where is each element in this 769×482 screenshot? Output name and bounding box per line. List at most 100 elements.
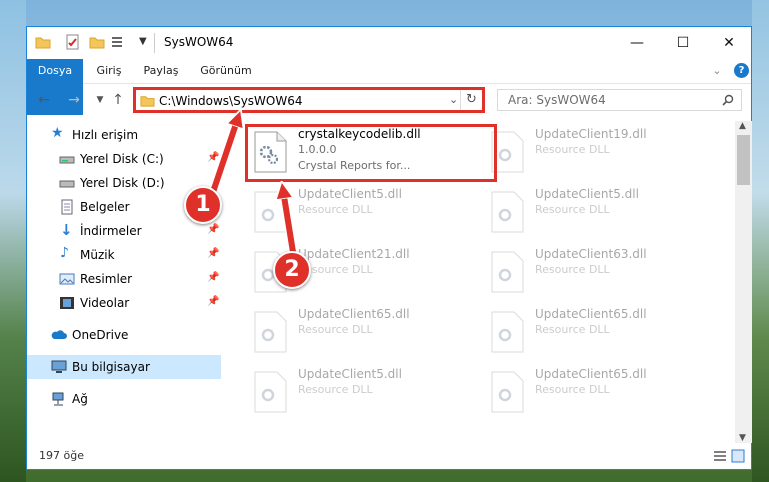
pictures-icon <box>59 273 75 285</box>
sidebar-item-videos[interactable]: Videolar 📌 <box>27 291 221 315</box>
sidebar-item-label: Müzik <box>80 248 115 262</box>
recent-locations-icon[interactable]: ▼ <box>91 90 109 110</box>
step-callout-2: 2 <box>273 251 311 289</box>
computer-icon <box>51 360 67 373</box>
file-highlight-box <box>245 124 497 182</box>
search-placeholder: Ara: SysWOW64 <box>508 93 606 107</box>
folder-icon <box>35 37 51 49</box>
pin-icon[interactable]: 📌 <box>207 224 219 235</box>
quick-access-dropdown-icon[interactable]: ▼ <box>139 36 155 52</box>
refresh-icon[interactable]: ↻ <box>466 92 477 107</box>
minimize-button[interactable]: — <box>614 27 660 59</box>
sidebar-item-label: Hızlı erişim <box>72 128 139 142</box>
new-folder-icon[interactable] <box>89 34 105 50</box>
network-icon <box>52 392 64 406</box>
sidebar-item-label: Yerel Disk (C:) <box>80 152 164 166</box>
dll-file-icon <box>254 371 287 413</box>
back-arrow-icon[interactable]: ← <box>35 90 53 110</box>
file-item[interactable]: UpdateClient65.dll Resource DLL <box>482 363 714 419</box>
pin-icon[interactable]: 📌 <box>207 248 219 259</box>
scroll-up-icon[interactable]: ▲ <box>739 121 746 131</box>
customize-toolbar-icon[interactable] <box>111 34 127 50</box>
step-callout-1: 1 <box>184 186 222 224</box>
dll-file-icon <box>254 191 287 233</box>
drive-icon <box>59 156 75 164</box>
pin-icon[interactable]: 📌 <box>207 152 219 163</box>
file-name: UpdateClient5.dll <box>298 187 402 201</box>
sidebar-item-label: Yerel Disk (D:) <box>80 176 165 190</box>
pin-icon[interactable]: 📌 <box>207 272 219 283</box>
navigation-pane: ★ Hızlı erişim Yerel Disk (C:) 📌 Yerel D… <box>27 123 221 423</box>
file-type: Resource DLL <box>535 323 610 336</box>
file-type: Resource DLL <box>535 203 610 216</box>
tab-view[interactable]: Görünüm <box>195 59 257 83</box>
file-name: UpdateClient65.dll <box>298 307 410 321</box>
help-icon[interactable]: ? <box>734 63 749 78</box>
sidebar-item-quick-access[interactable]: ★ Hızlı erişim <box>27 123 221 147</box>
dll-file-icon <box>491 371 524 413</box>
sidebar-item-pictures[interactable]: Resimler 📌 <box>27 267 221 291</box>
address-dropdown-icon[interactable]: ⌄ <box>449 93 458 106</box>
desktop-background-right <box>752 0 769 482</box>
tab-home[interactable]: Giriş <box>87 59 131 83</box>
star-icon: ★ <box>51 125 64 141</box>
cloud-icon <box>51 330 67 339</box>
file-name: UpdateClient65.dll <box>535 367 647 381</box>
sidebar-item-network[interactable]: Ağ <box>27 387 221 411</box>
search-input[interactable]: Ara: SysWOW64 <box>497 89 742 111</box>
title-bar: ▼ SysWOW64 — ☐ ✕ <box>27 27 751 59</box>
forward-arrow-icon[interactable]: → <box>65 90 83 110</box>
details-view-icon[interactable] <box>713 449 727 463</box>
address-bar[interactable]: C:\Windows\SysWOW64 ⌄ ↻ <box>133 87 485 113</box>
address-row: ← → ▼ ↑ C:\Windows\SysWOW64 ⌄ ↻ Ara: Sys… <box>27 84 751 116</box>
dll-file-icon <box>491 311 524 353</box>
up-arrow-icon[interactable]: ↑ <box>109 90 127 110</box>
file-name: UpdateClient63.dll <box>535 247 647 261</box>
sidebar-item-label: OneDrive <box>72 328 129 342</box>
tab-share[interactable]: Paylaş <box>135 59 187 83</box>
file-item[interactable]: UpdateClient5.dll Resource DLL <box>482 183 714 239</box>
dll-file-icon <box>254 311 287 353</box>
pin-icon[interactable]: 📌 <box>207 296 219 307</box>
sidebar-item-onedrive[interactable]: OneDrive <box>27 323 221 347</box>
dll-file-icon <box>491 191 524 233</box>
drive-icon <box>59 180 75 188</box>
file-type: Resource DLL <box>298 383 373 396</box>
file-item[interactable]: UpdateClient65.dll Resource DLL <box>245 303 477 359</box>
file-name: UpdateClient5.dll <box>535 187 639 201</box>
file-type: Resource DLL <box>535 263 610 276</box>
sidebar-item-label: Resimler <box>80 272 133 286</box>
file-name: UpdateClient65.dll <box>535 307 647 321</box>
sidebar-item-downloads[interactable]: ↓ İndirmeler 📌 <box>27 219 221 243</box>
file-name: UpdateClient5.dll <box>298 367 402 381</box>
address-separator <box>460 90 461 110</box>
download-icon: ↓ <box>60 221 73 239</box>
file-item[interactable]: UpdateClient5.dll Resource DLL <box>245 183 477 239</box>
file-item[interactable]: UpdateClient19.dll Resource DLL <box>482 123 714 179</box>
sidebar-item-local-disk-c[interactable]: Yerel Disk (C:) 📌 <box>27 147 221 171</box>
ribbon-expand-icon[interactable]: ⌄ <box>709 59 725 83</box>
scroll-down-icon[interactable]: ▼ <box>739 433 746 443</box>
large-icons-view-icon[interactable] <box>731 449 745 463</box>
file-item[interactable]: UpdateClient5.dll Resource DLL <box>245 363 477 419</box>
file-type: Resource DLL <box>298 323 373 336</box>
sidebar-item-label: Ağ <box>72 392 88 406</box>
music-icon: ♪ <box>60 245 69 261</box>
sidebar-item-label: İndirmeler <box>80 224 142 238</box>
sidebar-item-music[interactable]: ♪ Müzik 📌 <box>27 243 221 267</box>
properties-icon[interactable] <box>65 34 81 50</box>
file-item[interactable]: UpdateClient65.dll Resource DLL <box>482 303 714 359</box>
file-item[interactable]: UpdateClient63.dll Resource DLL <box>482 243 714 299</box>
desktop-background-left <box>0 0 26 482</box>
ribbon-tabs: Dosya Giriş Paylaş Görünüm ⌄ ? <box>27 59 751 115</box>
scrollbar-thumb[interactable] <box>737 135 750 185</box>
sidebar-item-this-pc[interactable]: Bu bilgisayar <box>27 355 221 379</box>
folder-icon <box>140 96 155 107</box>
maximize-button[interactable]: ☐ <box>660 27 706 59</box>
search-icon[interactable] <box>722 94 734 106</box>
file-name: UpdateClient19.dll <box>535 127 647 141</box>
close-button[interactable]: ✕ <box>706 27 752 59</box>
address-path: C:\Windows\SysWOW64 <box>159 94 303 108</box>
file-type: Resource DLL <box>535 383 610 396</box>
status-bar: 197 öğe <box>27 445 751 469</box>
